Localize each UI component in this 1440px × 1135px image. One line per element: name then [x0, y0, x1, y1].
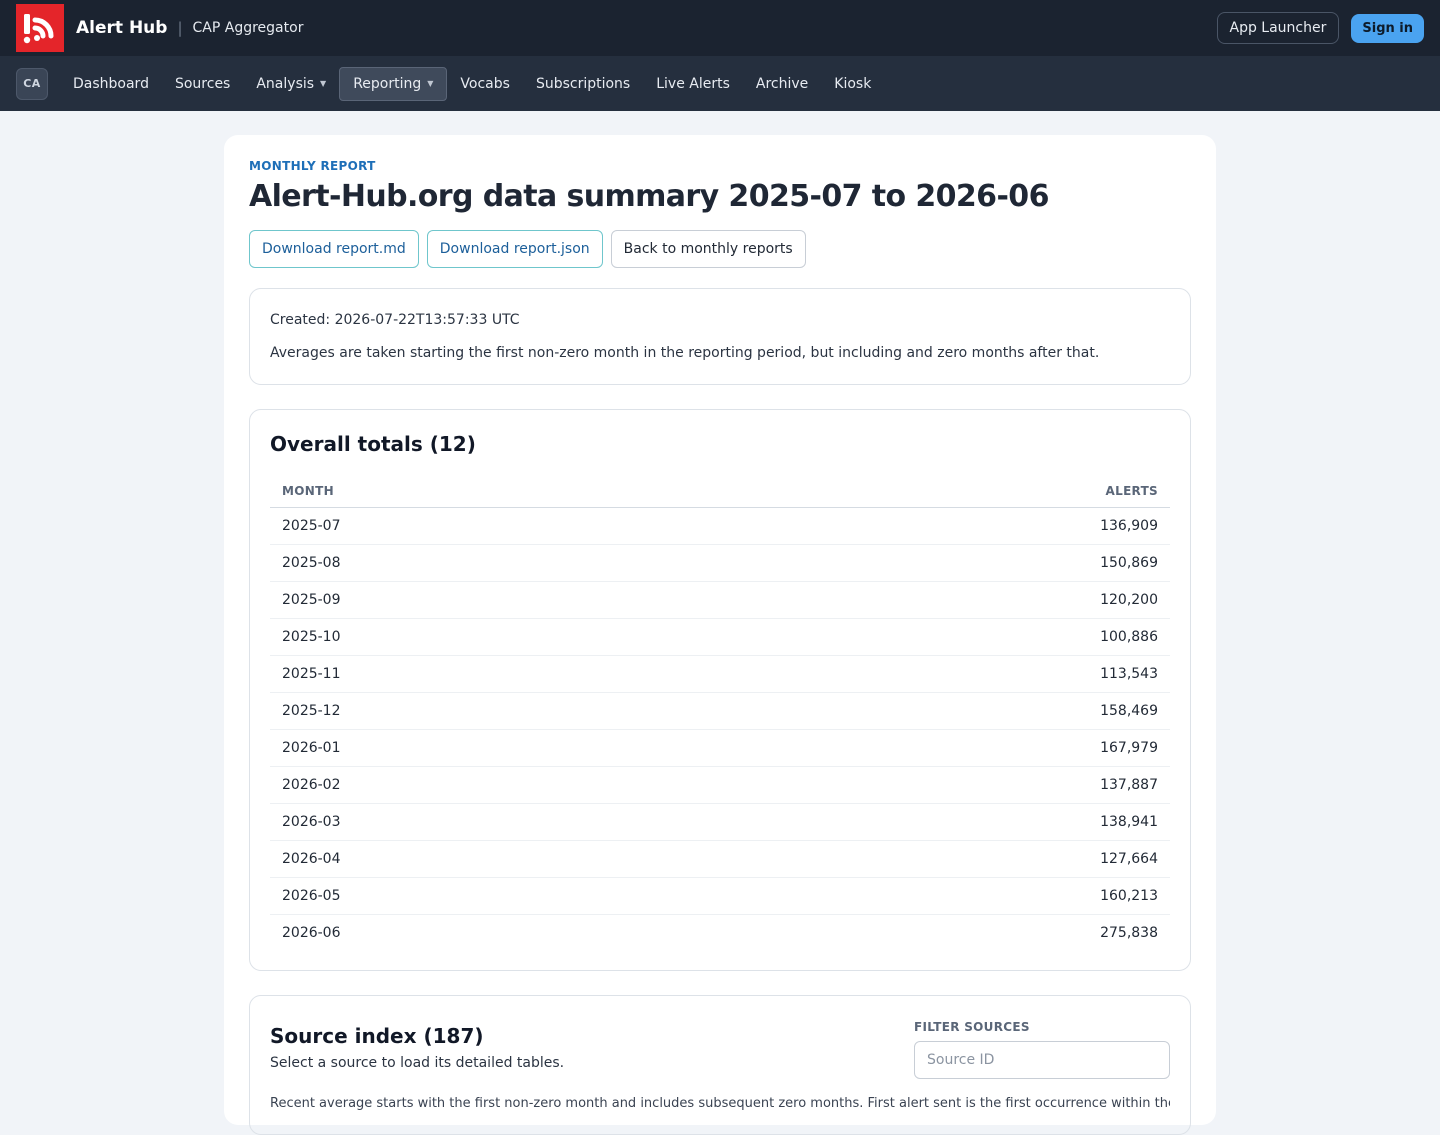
month-cell: 2025-08: [270, 544, 722, 582]
month-cell: 2026-01: [270, 729, 722, 767]
source-index-panel: Source index (187) Select a source to lo…: [249, 995, 1191, 1135]
download-md-button[interactable]: Download report.md: [249, 230, 419, 268]
month-column-header: MONTH: [270, 476, 722, 508]
alerts-cell: 100,886: [721, 618, 1170, 656]
nav-item-analysis[interactable]: Analysis ▼: [243, 68, 339, 100]
month-cell: 2025-07: [270, 507, 722, 545]
download-json-button[interactable]: Download report.json: [426, 230, 603, 268]
top-bar: Alert Hub | CAP Aggregator App Launcher …: [0, 0, 1440, 56]
nav-item-label: Archive: [755, 75, 809, 92]
alerts-cell: 158,469: [721, 692, 1170, 730]
nav-item-label: Dashboard: [73, 75, 149, 92]
month-cell: 2025-11: [270, 655, 722, 693]
month-cell: 2026-04: [270, 840, 722, 878]
totals-table: MONTH ALERTS 2025-07 136,909 2025-08 150,8…: [270, 476, 1170, 951]
report-eyebrow: MONTHLY REPORT: [249, 159, 376, 173]
table-row: 2026-01 167,979: [270, 729, 1170, 767]
month-cell: 2026-06: [282, 924, 341, 941]
alerts-cell: 150,869: [721, 544, 1170, 582]
alerts-cell: 120,200: [721, 581, 1170, 619]
month-cell: 2026-03: [270, 803, 722, 841]
report-actions: Download report.md Download report.json …: [249, 230, 1191, 268]
source-index-title: Source index (187): [270, 1024, 484, 1048]
nav-item-dashboard[interactable]: Dashboard: [60, 68, 162, 100]
table-row: 2025-12 158,469: [270, 692, 1170, 730]
alerts-cell: 275,838: [1100, 924, 1158, 941]
filter-sources-input[interactable]: [914, 1041, 1170, 1079]
alerts-cell: 137,887: [721, 766, 1170, 804]
report-info-panel: Created: 2026-07-22T13:57:33 UTC Average…: [249, 288, 1191, 385]
filter-sources-label: FILTER SOURCES: [914, 1020, 1030, 1034]
created-timestamp: Created: 2026-07-22T13:57:33 UTC: [270, 312, 520, 328]
nav-item-label: Analysis: [256, 75, 315, 92]
nav-item-subscriptions[interactable]: Subscriptions: [523, 68, 643, 100]
alerts-cell: 136,909: [721, 507, 1170, 545]
page-title: Alert-Hub.org data summary 2025-07 to 20…: [249, 179, 1049, 214]
nav-item-kiosk[interactable]: Kiosk: [821, 68, 884, 100]
overall-totals-panel: Overall totals (12) MONTH ALERTS 2025-07…: [249, 409, 1191, 971]
nav-item-reporting[interactable]: Reporting ▼: [339, 66, 448, 101]
alerts-cell: 113,543: [721, 655, 1170, 693]
app-launcher-button[interactable]: App Launcher: [1216, 12, 1340, 44]
nav-item-label: Subscriptions: [535, 75, 631, 92]
app-name[interactable]: Alert Hub: [76, 18, 167, 38]
sign-in-button[interactable]: Sign in: [1351, 13, 1424, 43]
month-cell: 2026-05: [270, 877, 722, 915]
table-row: 2025-08 150,869: [270, 544, 1170, 582]
alerts-cell: 160,213: [721, 877, 1170, 915]
alerts-column-header: ALERTS: [721, 476, 1170, 508]
report-card: MONTHLY REPORT Alert-Hub.org data summar…: [224, 135, 1216, 1135]
filter-sources-group: FILTER SOURCES: [914, 1016, 1170, 1082]
table-header-row: MONTH ALERTS: [270, 476, 1170, 508]
table-row: 2025-07 136,909: [270, 507, 1170, 545]
table-row: 2025-10 100,886: [270, 618, 1170, 656]
table-row: 2025-09 120,200: [270, 581, 1170, 619]
app-subtitle: CAP Aggregator: [192, 20, 304, 36]
source-index-note: Recent average starts with the first non…: [270, 1096, 1170, 1111]
nav-item-vocabs[interactable]: Vocabs: [447, 68, 523, 100]
nav-item-label: Reporting: [353, 75, 422, 92]
caret-down-icon: ▼: [427, 79, 434, 88]
source-index-header: Source index (187) Select a source to lo…: [270, 1016, 914, 1082]
nav-item-archive[interactable]: Archive: [743, 68, 821, 100]
nav-item-label: Live Alerts: [656, 75, 730, 92]
alerts-cell: 127,664: [721, 840, 1170, 878]
table-row: 2026-03 138,941: [270, 803, 1170, 841]
caret-down-icon: ▼: [320, 79, 327, 88]
month-cell: 2026-02: [270, 766, 722, 804]
table-row: 2026-05 160,213: [270, 877, 1170, 915]
brand-divider: |: [177, 19, 183, 37]
month-cell: 2025-12: [270, 692, 722, 730]
table-row: 2026-06 275,838: [270, 914, 1170, 951]
alerts-cell: 138,941: [721, 803, 1170, 841]
back-to-reports-button[interactable]: Back to monthly reports: [610, 230, 806, 268]
alerts-cell: 167,979: [721, 729, 1170, 767]
main-nav: CA Dashboard Sources Analysis ▼ Reporting…: [0, 56, 1440, 111]
app-badge[interactable]: CA: [16, 67, 48, 100]
table-row: 2026-02 137,887: [270, 766, 1170, 804]
averages-note: Averages are taken starting the first no…: [270, 345, 1100, 361]
month-cell: 2025-09: [270, 581, 722, 619]
alert-hub-logo-icon[interactable]: [16, 4, 64, 52]
nav-item-label: Kiosk: [834, 75, 872, 92]
table-row: 2025-11 113,543: [270, 655, 1170, 693]
top-bar-actions: App Launcher Sign in: [1216, 12, 1424, 44]
table-row: 2026-04 127,664: [270, 840, 1170, 878]
nav-item-sources[interactable]: Sources: [162, 68, 243, 100]
source-index-subtitle: Select a source to load its detailed tab…: [270, 1055, 565, 1071]
nav-item-label: Vocabs: [460, 75, 510, 92]
nav-item-label: Sources: [174, 75, 231, 92]
nav-item-live-alerts[interactable]: Live Alerts: [643, 68, 743, 100]
overall-totals-title: Overall totals (12): [270, 432, 476, 456]
month-cell: 2025-10: [270, 618, 722, 656]
